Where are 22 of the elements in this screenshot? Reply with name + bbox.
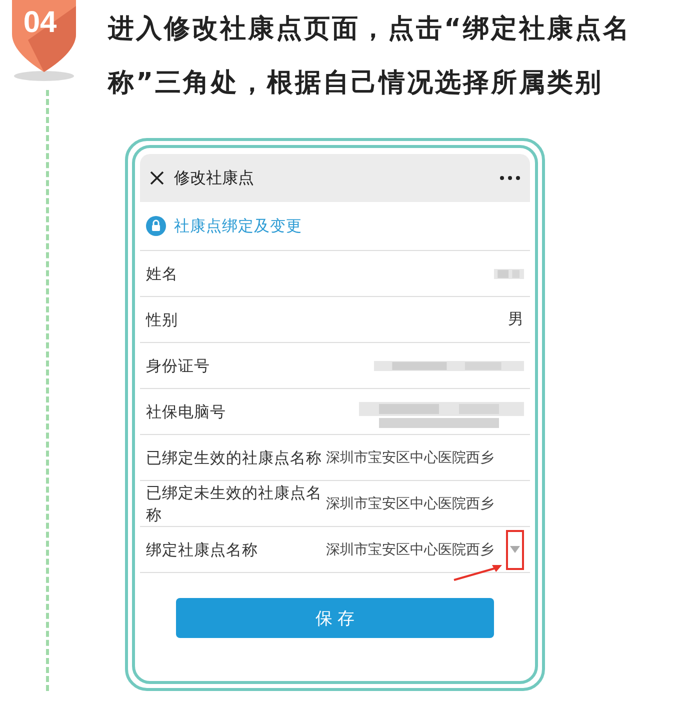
field-value: 深圳市宝安区中心医院西乡 bbox=[326, 450, 494, 466]
field-label: 绑定社康点名称 bbox=[146, 540, 259, 560]
field-label: 已绑定未生效的社康点名称 bbox=[146, 482, 323, 526]
screen-title: 修改社康点 bbox=[174, 168, 254, 188]
field-value: 深圳市宝安区中心医院西乡 bbox=[326, 496, 494, 512]
field-value[interactable]: 深圳市宝安区中心医院西乡 bbox=[326, 542, 494, 558]
caret-icon bbox=[510, 546, 520, 553]
close-icon[interactable] bbox=[150, 171, 164, 185]
field-label: 姓名 bbox=[146, 264, 179, 284]
step-number: 04 bbox=[22, 6, 58, 40]
field-label: 社保电脑号 bbox=[146, 402, 227, 422]
field-label: 性别 bbox=[146, 310, 179, 330]
dropdown-button[interactable] bbox=[506, 530, 524, 570]
binding-link[interactable]: 社康点绑定及变更 bbox=[174, 216, 302, 236]
field-label: 身份证号 bbox=[146, 356, 211, 376]
lock-icon bbox=[146, 216, 166, 236]
annotation-arrow bbox=[452, 562, 504, 582]
save-button[interactable]: 保 存 bbox=[176, 598, 494, 638]
more-icon[interactable] bbox=[500, 176, 520, 180]
field-label: 已绑定生效的社康点名称 bbox=[146, 448, 323, 468]
field-value: 男 bbox=[508, 309, 524, 330]
step-instruction: 进入修改社康点页面，点击“绑定社康点名称”三角处，根据自己情况选择所属类别 bbox=[108, 13, 632, 100]
